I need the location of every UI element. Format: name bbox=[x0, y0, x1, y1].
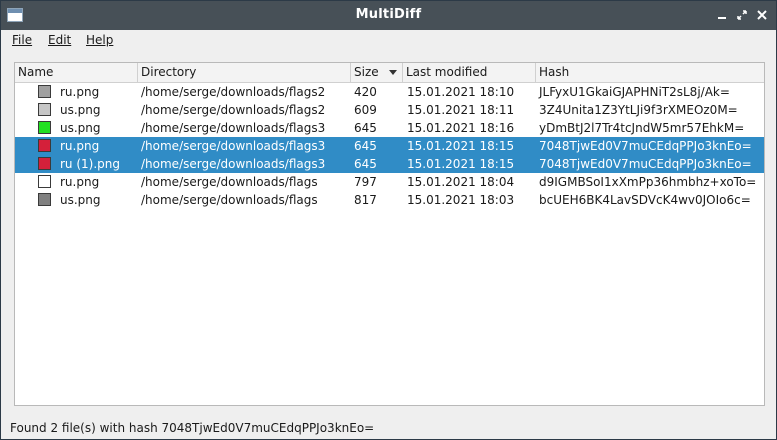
column-header-size[interactable]: Size bbox=[351, 63, 403, 82]
cell-name: ru (1).png bbox=[60, 157, 121, 171]
cell-directory: /home/serge/downloads/flags2 bbox=[141, 103, 326, 117]
cell-last-modified: 15.01.2021 18:03 bbox=[407, 193, 515, 207]
cell-name: us.png bbox=[60, 193, 101, 207]
table-row[interactable]: ru.png/home/serge/downloads/flags2 420 15.… bbox=[15, 83, 764, 101]
cell-hash: yDmBtJ2l7Tr4tcJndW5mr57EhkM= bbox=[539, 121, 745, 135]
cell-name: us.png bbox=[60, 121, 101, 135]
menu-help-label: Help bbox=[86, 33, 114, 47]
main-window: MultiDiff File Edit Help Name Directory … bbox=[0, 0, 777, 440]
title-bar[interactable]: MultiDiff bbox=[1, 1, 776, 30]
cell-directory: /home/serge/downloads/flags2 bbox=[141, 85, 326, 99]
cell-size: 609 bbox=[354, 103, 377, 117]
cell-directory: /home/serge/downloads/flags3 bbox=[141, 139, 326, 153]
table-row[interactable]: us.png/home/serge/downloads/flags3 645 15.… bbox=[15, 119, 764, 137]
sort-descending-icon bbox=[389, 70, 397, 75]
minimize-icon[interactable] bbox=[713, 6, 731, 24]
column-header-hash[interactable]: Hash bbox=[536, 63, 764, 82]
cell-size: 645 bbox=[354, 121, 377, 135]
table-row[interactable]: ru (1).png/home/serge/downloads/flags3 64… bbox=[15, 155, 764, 173]
cell-size: 420 bbox=[354, 85, 377, 99]
cell-directory: /home/serge/downloads/flags bbox=[141, 193, 318, 207]
cell-size: 817 bbox=[354, 193, 377, 207]
cell-hash: 3Z4Unita1Z3YtLJi9f3rXMEOz0M= bbox=[539, 103, 738, 117]
cell-name: ru.png bbox=[60, 139, 100, 153]
file-thumbnail-icon bbox=[38, 193, 51, 206]
files-table[interactable]: Name Directory Size Last modified Hash r… bbox=[14, 62, 765, 406]
cell-name: ru.png bbox=[60, 175, 100, 189]
cell-last-modified: 15.01.2021 18:10 bbox=[407, 85, 515, 99]
menu-file-label: File bbox=[12, 33, 33, 47]
menu-bar: File Edit Help bbox=[1, 30, 776, 52]
file-thumbnail-icon bbox=[38, 121, 51, 134]
table-row[interactable]: us.png/home/serge/downloads/flags 817 15.0… bbox=[15, 191, 764, 209]
cell-directory: /home/serge/downloads/flags3 bbox=[141, 121, 326, 135]
table-row[interactable]: us.png/home/serge/downloads/flags2 609 15.… bbox=[15, 101, 764, 119]
window-title: MultiDiff bbox=[355, 7, 422, 22]
cell-directory: /home/serge/downloads/flags3 bbox=[141, 157, 326, 171]
cell-last-modified: 15.01.2021 18:16 bbox=[407, 121, 515, 135]
file-thumbnail-icon bbox=[38, 139, 51, 152]
cell-hash: d9IGMBSoI1xXmPp36hmbhz+xoTo= bbox=[539, 175, 757, 189]
cell-name: us.png bbox=[60, 103, 101, 117]
cell-last-modified: 15.01.2021 18:15 bbox=[407, 139, 515, 153]
column-header-last-modified[interactable]: Last modified bbox=[403, 63, 536, 82]
file-thumbnail-icon bbox=[38, 103, 51, 116]
cell-size: 797 bbox=[354, 175, 377, 189]
table-header: Name Directory Size Last modified Hash bbox=[15, 63, 764, 83]
close-icon[interactable] bbox=[753, 6, 771, 24]
cell-hash: JLFyxU1GkaiGJAPHNiT2sL8j/Ak= bbox=[539, 85, 730, 99]
cell-hash: 7048TjwEd0V7muCEdqPPJo3knEo= bbox=[539, 157, 752, 171]
table-row[interactable]: ru.png/home/serge/downloads/flags3 645 15.… bbox=[15, 137, 764, 155]
file-thumbnail-icon bbox=[38, 175, 51, 188]
file-thumbnail-icon bbox=[38, 157, 51, 170]
table-row[interactable]: ru.png/home/serge/downloads/flags 797 15.0… bbox=[15, 173, 764, 191]
menu-help[interactable]: Help bbox=[86, 33, 113, 47]
cell-last-modified: 15.01.2021 18:11 bbox=[407, 103, 515, 117]
cell-directory: /home/serge/downloads/flags bbox=[141, 175, 318, 189]
menu-edit-label: Edit bbox=[48, 33, 72, 47]
menu-file[interactable]: File bbox=[12, 33, 32, 47]
cell-last-modified: 15.01.2021 18:04 bbox=[407, 175, 515, 189]
column-header-name[interactable]: Name bbox=[15, 63, 138, 82]
column-header-size-label: Size bbox=[354, 65, 379, 79]
cell-hash: bcUEH6BK4LavSDVcK4wv0JOIo6c= bbox=[539, 193, 751, 207]
column-header-directory[interactable]: Directory bbox=[138, 63, 351, 82]
file-thumbnail-icon bbox=[38, 85, 51, 98]
menu-edit[interactable]: Edit bbox=[48, 33, 71, 47]
cell-name: ru.png bbox=[60, 85, 100, 99]
cell-hash: 7048TjwEd0V7muCEdqPPJo3knEo= bbox=[539, 139, 752, 153]
restore-icon[interactable] bbox=[733, 6, 751, 24]
cell-size: 645 bbox=[354, 139, 377, 153]
cell-last-modified: 15.01.2021 18:15 bbox=[407, 157, 515, 171]
cell-size: 645 bbox=[354, 157, 377, 171]
status-bar: Found 2 file(s) with hash 7048TjwEd0V7mu… bbox=[10, 421, 375, 435]
